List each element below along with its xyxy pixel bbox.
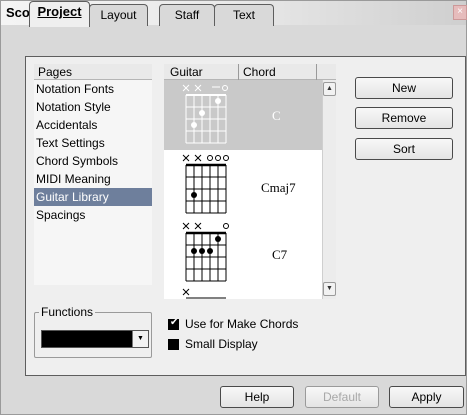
sort-button[interactable]: Sort — [355, 138, 453, 160]
library-header: Guitar Chord — [164, 64, 336, 80]
guitar-library-list[interactable]: C Cmaj7 C7 — [164, 80, 322, 299]
chord-name-c: C — [272, 108, 281, 123]
chord-name-c7: C7 — [272, 247, 288, 262]
small-display-label[interactable]: Small Display — [185, 337, 258, 351]
page-item-spacings[interactable]: Spacings — [34, 206, 152, 224]
tab-staff-label: Staff — [174, 8, 200, 22]
checkmark-icon: ✔ — [170, 317, 179, 328]
functions-label: Functions — [39, 305, 96, 319]
chord-diagram-c[interactable] — [179, 83, 239, 149]
page-item-chord-symbols[interactable]: Chord Symbols — [34, 152, 152, 170]
use-for-make-chords-label[interactable]: Use for Make Chords — [185, 317, 298, 331]
tab-text[interactable]: Text — [214, 4, 274, 26]
page-item-notation-fonts[interactable]: Notation Fonts — [34, 80, 152, 98]
apply-button[interactable]: Apply — [389, 386, 464, 408]
chord-diagram-c7[interactable] — [179, 221, 239, 287]
pages-list[interactable]: Notation Fonts Notation Style Accidental… — [34, 80, 152, 285]
column-guitar[interactable]: Guitar — [170, 65, 203, 79]
use-for-make-chords-checkbox[interactable]: ✔ — [168, 317, 179, 330]
pages-header-label: Pages — [38, 65, 73, 79]
page-item-accidentals[interactable]: Accidentals — [34, 116, 152, 134]
tab-layout[interactable]: Layout — [89, 4, 148, 26]
column-divider — [238, 64, 239, 80]
remove-button[interactable]: Remove — [355, 107, 453, 129]
chevron-down-icon[interactable]: ▼ — [132, 331, 148, 347]
default-button: Default — [305, 386, 379, 408]
tab-layout-label: Layout — [100, 8, 137, 22]
page-item-text-settings[interactable]: Text Settings — [34, 134, 152, 152]
new-button[interactable]: New — [355, 77, 453, 99]
functions-dropdown[interactable]: ▼ — [41, 330, 149, 348]
page-item-guitar-library[interactable]: Guitar Library — [34, 188, 152, 206]
column-chord[interactable]: Chord — [243, 65, 276, 79]
score-settings-window: Score Settings × Project Layout Staff Te… — [0, 0, 467, 415]
small-display-checkbox[interactable] — [168, 339, 179, 350]
chord-name-cmaj7: Cmaj7 — [261, 180, 296, 195]
tab-staff[interactable]: Staff — [159, 4, 215, 26]
page-item-notation-style[interactable]: Notation Style — [34, 98, 152, 116]
help-button[interactable]: Help — [220, 386, 294, 408]
library-scrollbar[interactable]: ▲ ▼ — [322, 80, 336, 299]
tab-text-label: Text — [232, 8, 255, 22]
chord-diagram-cmaj7[interactable] — [179, 153, 239, 219]
tab-project[interactable]: Project — [29, 1, 90, 27]
close-icon[interactable]: × — [453, 5, 467, 20]
scroll-up-icon[interactable]: ▲ — [323, 82, 336, 96]
tab-project-label: Project — [37, 4, 82, 19]
scroll-down-icon[interactable]: ▼ — [323, 282, 336, 296]
page-item-midi-meaning[interactable]: MIDI Meaning — [34, 170, 152, 188]
chord-diagram-partial[interactable] — [179, 285, 239, 299]
pages-header: Pages — [34, 64, 152, 80]
column-divider — [316, 64, 317, 80]
